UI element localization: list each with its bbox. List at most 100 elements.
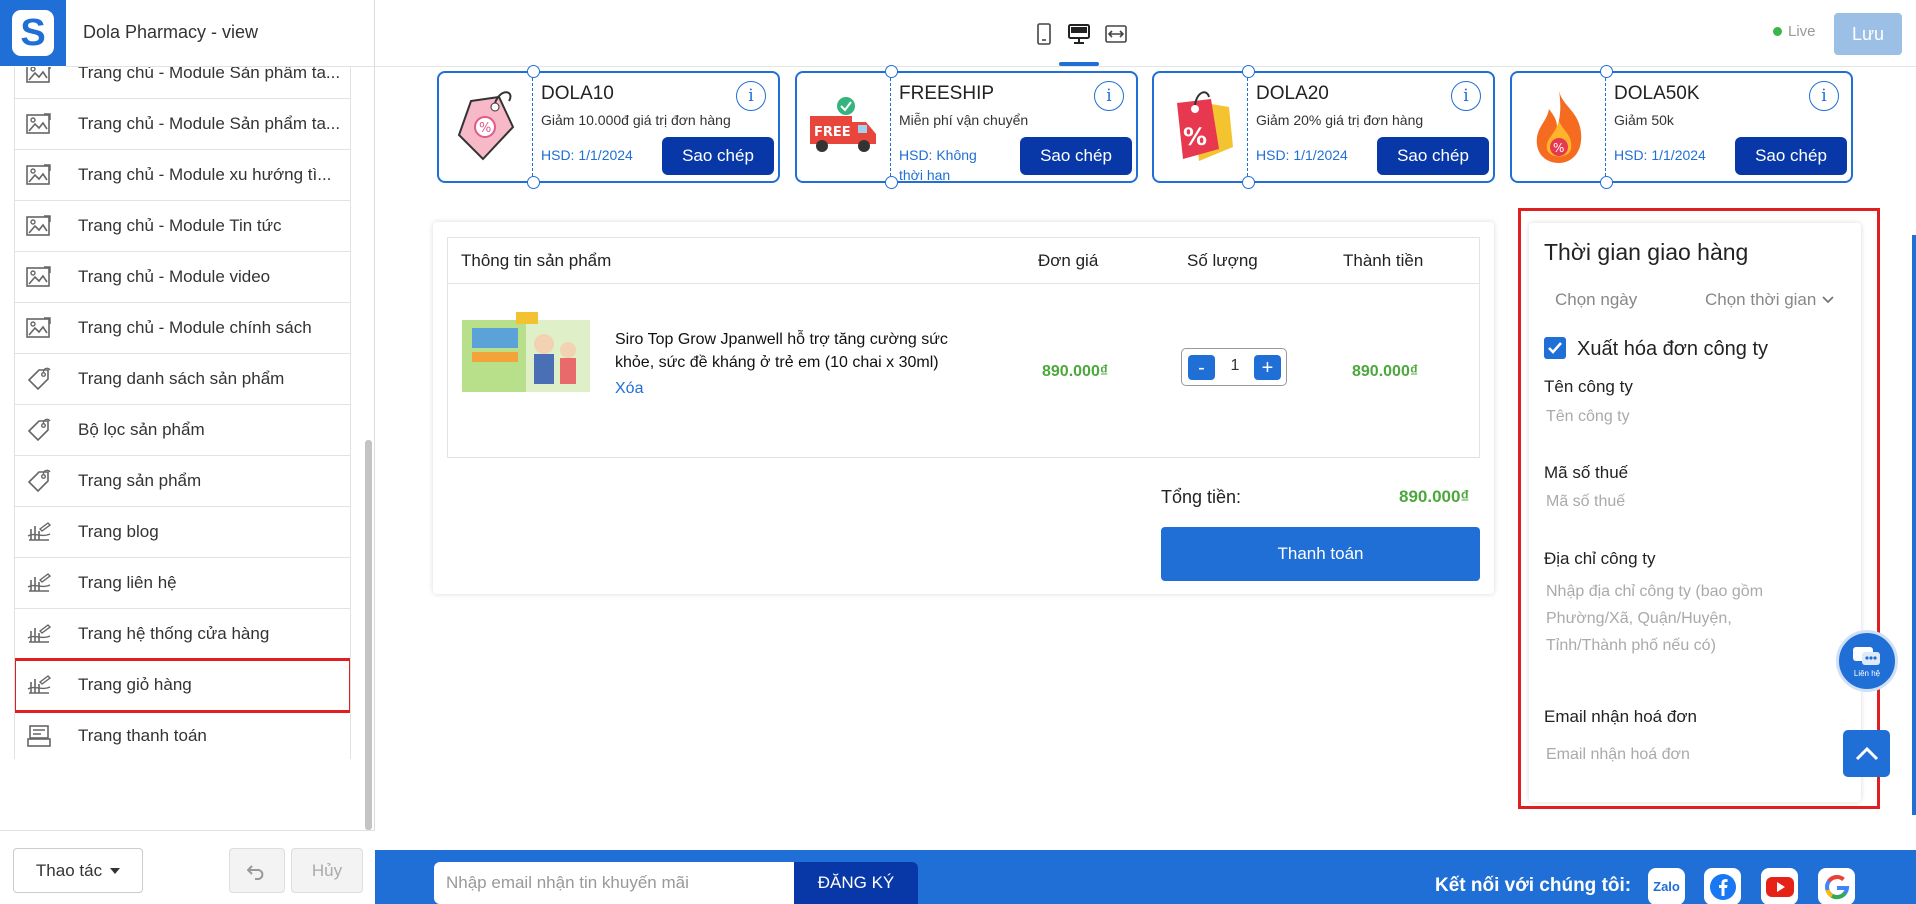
svg-text:%: % <box>1553 141 1564 155</box>
copy-coupon-button[interactable]: Sao chép <box>1020 137 1132 175</box>
desktop-icon <box>1068 24 1090 44</box>
sidebar-item-page[interactable]: Trang hệ thống cửa hàng <box>15 609 350 660</box>
sidebar-item-page[interactable]: Trang sản phẩm <box>15 456 350 507</box>
cancel-button[interactable]: Hủy <box>291 848 363 893</box>
fire-percent-icon: % <box>1536 91 1581 163</box>
info-icon[interactable]: i <box>1809 81 1839 111</box>
remove-item-link[interactable]: Xóa <box>615 380 643 398</box>
quantity-stepper: - 1 + <box>1181 348 1287 386</box>
percent-tag-icon: % <box>1176 91 1233 161</box>
sidebar-item-page[interactable]: Trang chủ - Module Sản phẩm ta... <box>15 67 350 99</box>
coupon-expiry: HSD: Không thời hạn <box>899 147 977 183</box>
undo-icon <box>247 864 264 880</box>
divider <box>448 283 1479 284</box>
actions-dropdown[interactable]: Thao tác <box>13 848 143 893</box>
sidebar-page-list[interactable]: Trang chủ - Module Sản phẩm ta... Trang c… <box>14 67 351 759</box>
sidebar-item-page[interactable]: Trang chủ - Module Tin tức <box>15 201 350 252</box>
sidebar-item-cart-page[interactable]: Trang giỏ hàng <box>15 658 350 713</box>
sidebar-item-label: Trang liên hệ <box>78 573 177 592</box>
sidebar-item-label: Trang chủ - Module Sản phẩm ta... <box>78 114 341 133</box>
sidebar-item-page[interactable]: Trang chủ - Module Sản phẩm ta... <box>15 99 350 150</box>
checkout-button[interactable]: Thanh toán <box>1161 527 1480 581</box>
youtube-link[interactable] <box>1761 868 1798 904</box>
header-subtotal: Thành tiền <box>1343 251 1424 270</box>
decrease-quantity-button[interactable]: - <box>1188 355 1215 380</box>
image-icon <box>26 163 65 187</box>
quantity-value[interactable]: 1 <box>1225 357 1245 375</box>
sidebar-item-label: Bộ lọc sản phẩm <box>78 420 205 439</box>
sidebar-item-page[interactable]: Trang liên hệ <box>15 558 350 609</box>
zalo-link[interactable]: Zalo <box>1648 868 1685 904</box>
desktop-view-button[interactable] <box>1065 20 1093 48</box>
connect-label: Kết nối với chúng tôi: <box>1435 875 1632 896</box>
free-truck-icon: FREE <box>809 97 876 152</box>
coupon-notch <box>885 65 898 78</box>
header-unit-price: Đơn giá <box>1038 251 1099 270</box>
mobile-view-button[interactable] <box>1030 20 1058 48</box>
sidebar-item-label: Trang chủ - Module Sản phẩm ta... <box>78 67 341 82</box>
sidebar-item-page[interactable]: Trang danh sách sản phẩm <box>15 354 350 405</box>
actions-label: Thao tác <box>35 860 103 880</box>
copy-coupon-button[interactable]: Sao chép <box>1377 137 1489 175</box>
chat-button[interactable]: Liên hệ <box>1836 630 1898 692</box>
product-box-image <box>462 312 590 392</box>
sidebar-item-page[interactable]: Bộ lọc sản phẩm <box>15 405 350 456</box>
sidebar-item-page[interactable]: Trang chủ - Module video <box>15 252 350 303</box>
newsletter-email-input[interactable]: Nhập email nhận tin khuyến mãi <box>434 862 794 904</box>
total-value: 890.000₫ <box>1399 487 1470 506</box>
scroll-to-top-button[interactable] <box>1843 730 1890 777</box>
sidebar-list-inner: Trang chủ - Module Sản phẩm ta... Trang c… <box>15 67 350 759</box>
header-quantity: Số lượng <box>1187 251 1258 270</box>
save-button[interactable]: Lưu <box>1834 13 1902 55</box>
sidebar-scrollbar[interactable] <box>365 440 372 830</box>
youtube-icon <box>1765 876 1794 897</box>
copy-coupon-button[interactable]: Sao chép <box>662 137 774 175</box>
info-icon[interactable]: i <box>736 81 766 111</box>
info-icon[interactable]: i <box>1451 81 1481 111</box>
coupon-expiry: HSD: 1/1/2024 <box>1614 147 1706 163</box>
svg-text:FREE: FREE <box>814 125 851 140</box>
live-label: Live <box>1788 23 1816 40</box>
coupon-notch <box>527 176 540 189</box>
app-logo[interactable]: S <box>0 0 66 66</box>
fullwidth-view-button[interactable] <box>1102 20 1130 48</box>
increase-quantity-button[interactable]: + <box>1254 355 1281 380</box>
product-image[interactable] <box>460 300 592 412</box>
coupon-image: % <box>1512 73 1606 181</box>
undo-button[interactable] <box>229 848 285 893</box>
unit-price: 890.000₫ <box>1042 363 1109 380</box>
coupon-card: FREE FREESHIP i Miễn phí vận chuyển HSD:… <box>795 65 1138 189</box>
sidebar-item-page[interactable]: Trang chủ - Module xu hướng tì... <box>15 150 350 201</box>
blog-icon <box>26 673 65 697</box>
zalo-icon: Zalo <box>1653 879 1680 894</box>
tag-icon <box>26 469 65 493</box>
sidebar-item-page[interactable]: Trang blog <box>15 507 350 558</box>
facebook-link[interactable] <box>1704 868 1741 904</box>
sidebar-footer: Thao tác Hủy <box>0 830 375 904</box>
sidebar-item-label: Trang giỏ hàng <box>78 675 192 694</box>
highlight-box <box>1518 208 1880 809</box>
blog-icon <box>26 571 65 595</box>
copy-coupon-button[interactable]: Sao chép <box>1735 137 1847 175</box>
google-link[interactable] <box>1818 868 1855 904</box>
sidebar-item-page[interactable]: Trang thanh toán <box>15 711 350 759</box>
product-name[interactable]: Siro Top Grow Jpanwell hỗ trợ tăng cường… <box>615 328 985 374</box>
coupon-notch <box>1242 176 1255 189</box>
sidebar-item-label: Trang chủ - Module Tin tức <box>78 216 282 235</box>
coupon-card: % DOLA10 i Giảm 10.000đ giá trị đơn hàng… <box>437 65 780 189</box>
blog-icon <box>26 520 65 544</box>
live-link[interactable]: Live <box>1773 23 1816 40</box>
sidebar-item-label: Trang sản phẩm <box>78 471 202 490</box>
coupon-image: FREE <box>797 73 891 181</box>
coupon-card: % DOLA50K i Giảm 50k HSD: 1/1/2024 Sao c… <box>1510 65 1853 189</box>
google-icon <box>1824 874 1849 899</box>
active-device-indicator <box>1059 62 1099 66</box>
sidebar-item-page[interactable]: Trang chủ - Module chính sách <box>15 303 350 354</box>
edge-bar <box>1912 235 1916 815</box>
image-icon <box>26 316 65 340</box>
info-icon[interactable]: i <box>1094 81 1124 111</box>
cart-panel: Thông tin sản phẩm Đơn giá Số lượng Thàn… <box>433 222 1494 594</box>
coupon-notch <box>527 65 540 78</box>
preview-toolbar: Live Lưu <box>375 0 1916 67</box>
subscribe-button[interactable]: ĐĂNG KÝ <box>794 862 918 904</box>
